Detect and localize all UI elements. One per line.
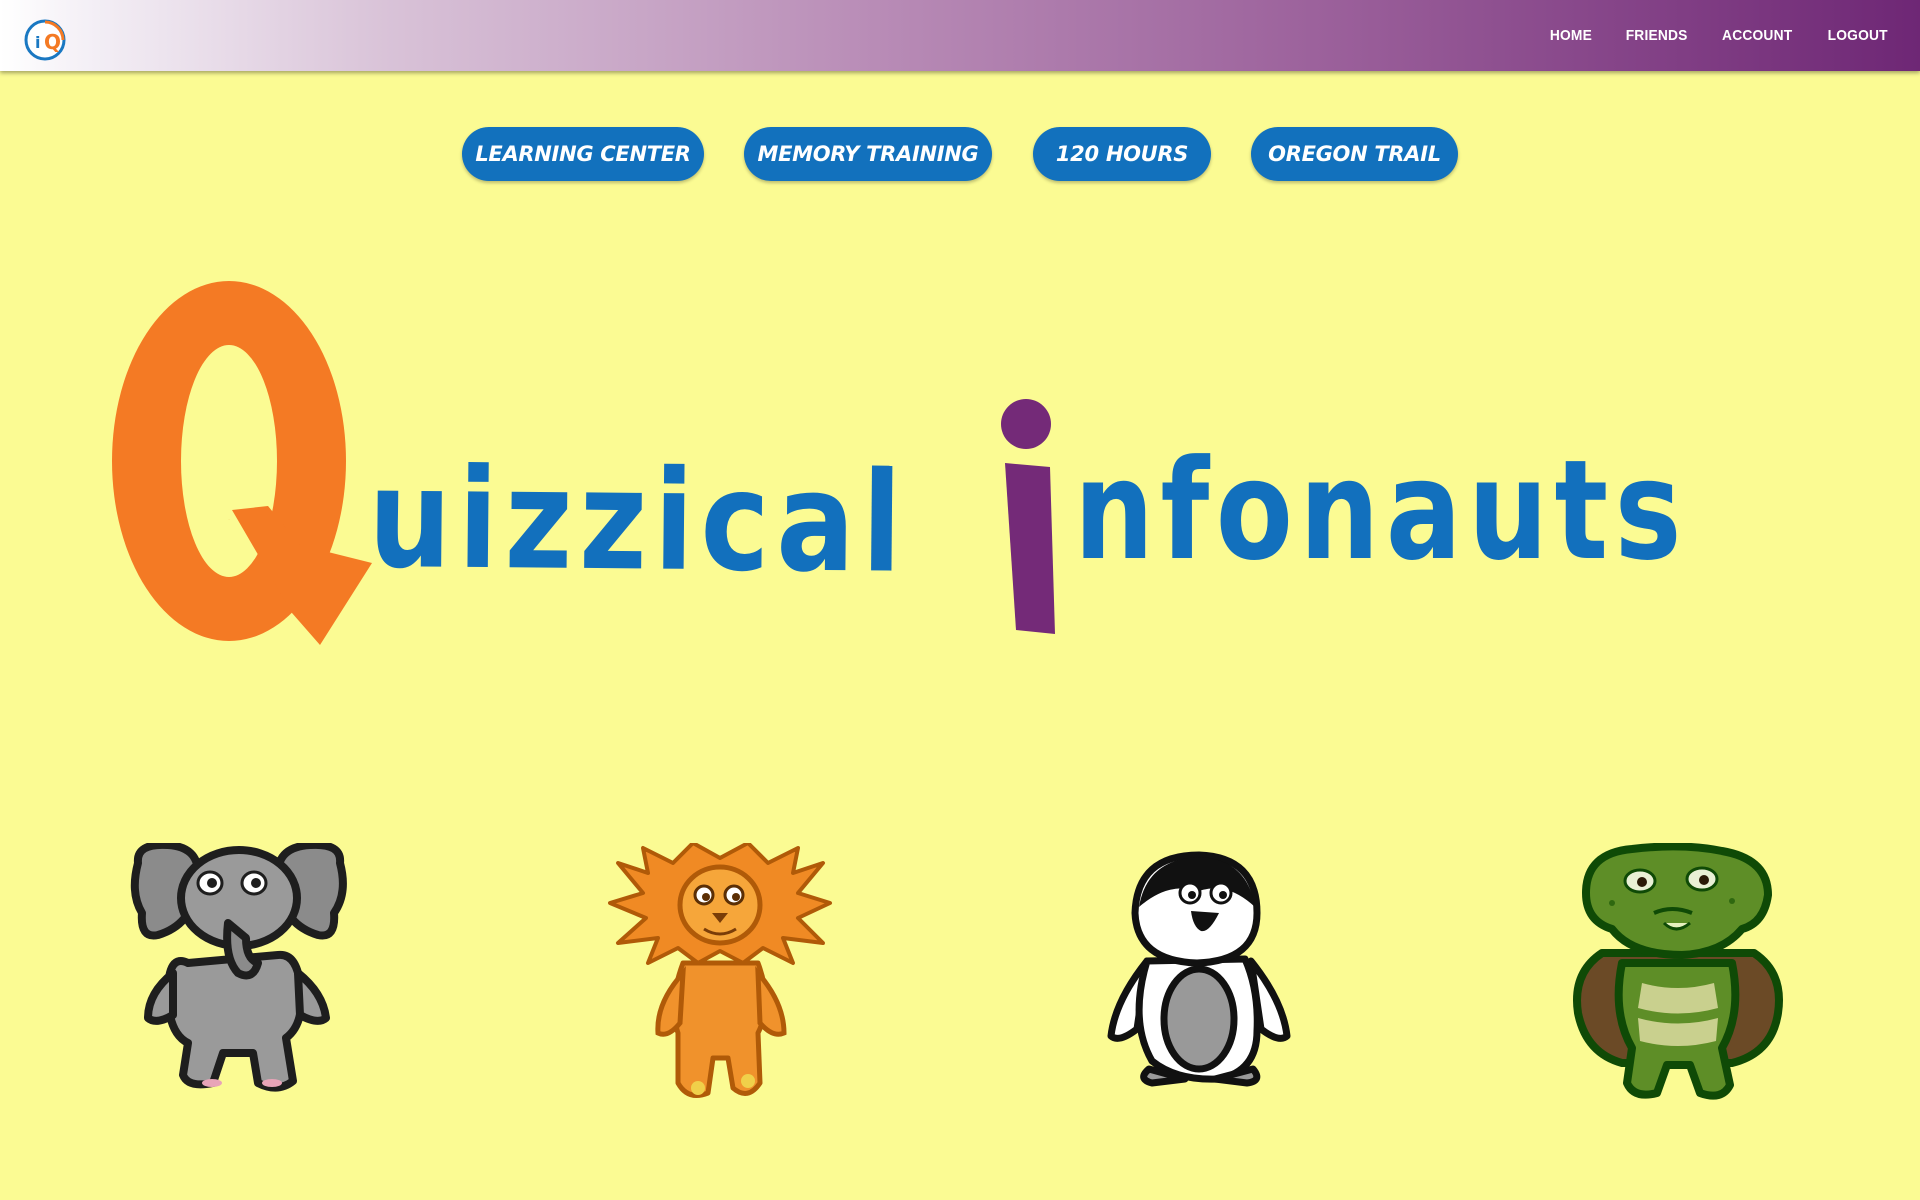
memory-training-button[interactable]: MEMORY TRAINING xyxy=(744,127,992,181)
svg-text:i: i xyxy=(1026,599,1027,601)
nav-home-link[interactable]: HOME xyxy=(1550,27,1592,44)
nav-logout-link[interactable]: LOGOUT xyxy=(1827,27,1887,44)
elephant-icon[interactable] xyxy=(128,843,350,1098)
hero-title: Q uizzical i nfonauts xyxy=(112,281,1688,645)
120-hours-button[interactable]: 120 HOURS xyxy=(1033,127,1211,181)
title-nfonauts-text: nfonauts xyxy=(1074,430,1688,591)
nav-account-link[interactable]: ACCOUNT xyxy=(1722,27,1792,44)
penguin-icon[interactable] xyxy=(1107,851,1291,1091)
turtle-icon[interactable] xyxy=(1572,843,1784,1103)
title-i-letter: i xyxy=(1001,399,1055,634)
svg-text:Q: Q xyxy=(44,30,61,54)
svg-text:Q: Q xyxy=(229,519,230,521)
activity-menu: LEARNING CENTER MEMORY TRAINING 120 HOUR… xyxy=(0,127,1920,181)
title-q-letter: Q xyxy=(112,281,372,645)
lion-icon[interactable] xyxy=(608,843,833,1103)
svg-text:i: i xyxy=(35,33,40,52)
main-nav: HOME FRIENDS ACCOUNT LOGOUT xyxy=(1548,0,1890,71)
nav-friends-link[interactable]: FRIENDS xyxy=(1626,27,1688,44)
top-navigation-bar: i Q HOME FRIENDS ACCOUNT LOGOUT xyxy=(0,0,1920,71)
title-uizzical-text: uizzical xyxy=(368,438,909,604)
learning-center-button[interactable]: LEARNING CENTER xyxy=(462,127,704,181)
iq-logo-icon[interactable]: i Q xyxy=(24,19,66,61)
oregon-trail-button[interactable]: OREGON TRAIL xyxy=(1251,127,1458,181)
